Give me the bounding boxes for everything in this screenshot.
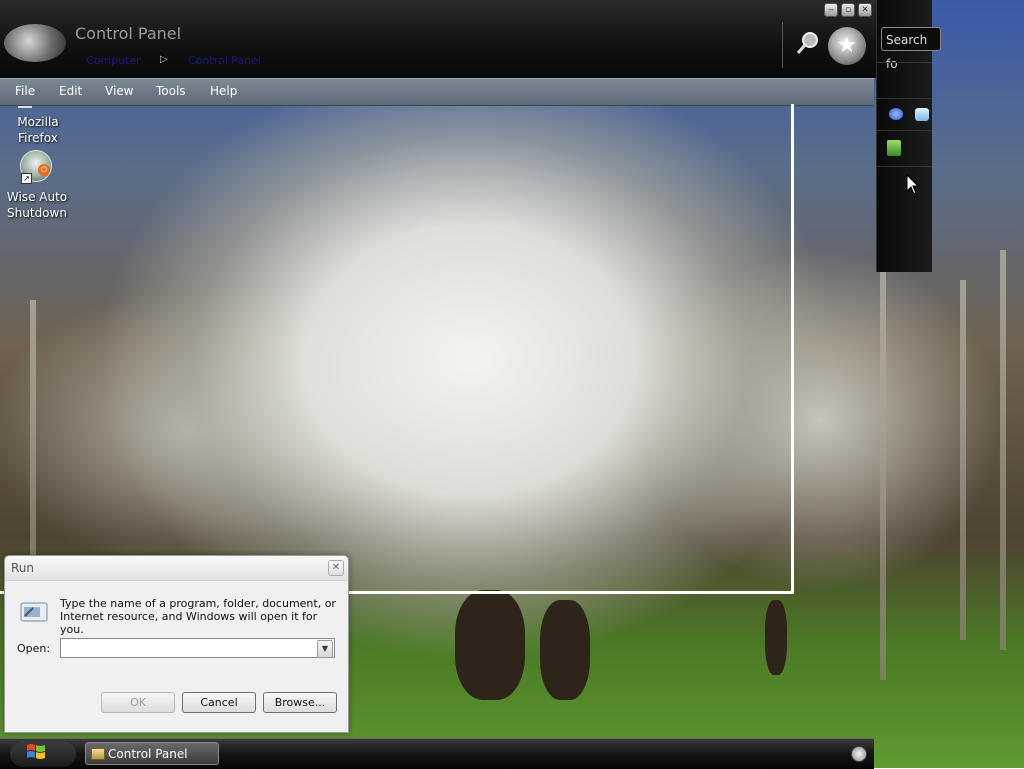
- tray-button[interactable]: [851, 746, 867, 762]
- open-combobox[interactable]: ▼: [60, 638, 335, 658]
- control-panel-icon: [91, 748, 105, 760]
- taskbar: Control Panel: [0, 738, 874, 769]
- browse-button[interactable]: Browse...: [263, 692, 337, 713]
- tree-trunk: [455, 590, 525, 700]
- sidebar-search-input[interactable]: Search fo: [881, 27, 941, 71]
- mouse-cursor-icon: [906, 174, 920, 195]
- close-button[interactable]: ✕: [858, 3, 872, 17]
- window-title: Control Panel: [75, 24, 182, 43]
- sidebar-divider: [877, 62, 932, 63]
- run-description: Type the name of a program, folder, docu…: [60, 597, 336, 636]
- titlebar-divider: [782, 22, 783, 68]
- run-close-button[interactable]: ✕: [328, 560, 344, 576]
- background-tree: [960, 280, 966, 640]
- breadcrumb-computer[interactable]: Computer: [86, 54, 141, 67]
- run-program-icon: [20, 602, 48, 622]
- sidebar-divider: [877, 98, 932, 99]
- menu-help[interactable]: Help: [210, 84, 237, 98]
- chevron-down-icon[interactable]: ▼: [317, 640, 333, 658]
- run-titlebar[interactable]: Run ✕: [5, 556, 348, 581]
- sidebar-panel: Search fo: [876, 0, 941, 272]
- cancel-button[interactable]: Cancel: [182, 692, 256, 713]
- menu-file[interactable]: File: [15, 84, 35, 98]
- ok-button[interactable]: OK: [101, 692, 175, 713]
- window-icon[interactable]: [915, 108, 929, 121]
- tree-trunk: [540, 600, 590, 700]
- background-tree: [1000, 250, 1006, 650]
- menu-tools[interactable]: Tools: [156, 84, 186, 98]
- restore-button[interactable]: ▫: [841, 3, 855, 17]
- window-orb-icon: [4, 24, 66, 62]
- control-panel-titlebar[interactable]: Control Panel Computer ▷ Control Panel ★…: [0, 0, 876, 78]
- network-icon[interactable]: [889, 108, 903, 120]
- search-icon[interactable]: [795, 30, 821, 56]
- breadcrumb-control-panel[interactable]: Control Panel: [188, 54, 261, 67]
- breadcrumb-separator-icon[interactable]: ▷: [160, 54, 168, 65]
- sidebar-divider: [877, 130, 932, 131]
- tree-trunk: [765, 600, 787, 675]
- menu-bar: File Edit View Tools Help: [0, 78, 874, 106]
- windows-logo-icon: [27, 744, 45, 759]
- open-label: Open:: [17, 642, 51, 655]
- minimize-button[interactable]: ‒: [824, 3, 838, 17]
- background-tree: [880, 260, 886, 680]
- run-dialog: Run ✕ Type the name of a program, folder…: [4, 555, 349, 733]
- recycle-icon[interactable]: [887, 140, 901, 156]
- taskbar-item-label: Control Panel: [108, 747, 188, 761]
- sidebar-divider: [877, 166, 932, 167]
- run-title: Run: [11, 561, 35, 575]
- taskbar-item-control-panel[interactable]: Control Panel: [85, 742, 219, 765]
- window-content-outline: [0, 104, 794, 594]
- star-orb-icon[interactable]: ★: [828, 27, 866, 65]
- menu-edit[interactable]: Edit: [59, 84, 82, 98]
- menu-view[interactable]: View: [105, 84, 133, 98]
